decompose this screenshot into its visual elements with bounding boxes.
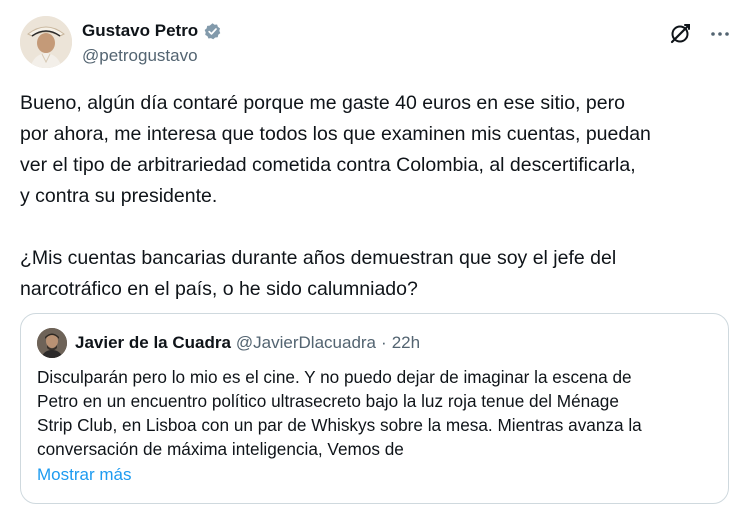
author-names: Gustavo Petro @petrogustavo — [82, 20, 222, 66]
quote-author-avatar — [37, 328, 67, 358]
quote-text-line: conversación de máxima inteligencia, Vem… — [37, 439, 404, 459]
quote-display-name: Javier de la Cuadra — [75, 333, 231, 352]
quote-header: Javier de la Cuadra @JavierDlacuadra · 2… — [37, 328, 420, 358]
show-more-link[interactable]: Mostrar más — [37, 465, 131, 485]
quote-handle: @JavierDlacuadra — [235, 333, 377, 352]
tweet-header: Gustavo Petro @petrogustavo — [20, 16, 732, 72]
author-handle[interactable]: @petrogustavo — [82, 46, 222, 66]
tweet-paragraph-1: Bueno, algún día contaré porque me gaste… — [20, 92, 651, 207]
author-avatar[interactable] — [20, 16, 72, 68]
more-icon[interactable] — [708, 22, 732, 46]
quote-text-line: Petro en un encuentro político ultrasecr… — [37, 391, 619, 411]
grok-icon[interactable] — [668, 22, 692, 46]
header-actions — [668, 22, 732, 46]
quoted-tweet[interactable]: Javier de la Cuadra @JavierDlacuadra · 2… — [20, 313, 729, 504]
quote-text-line: Disculparán pero lo mio es el cine. Y no… — [37, 367, 632, 387]
quote-text-line: Strip Club, en Lisboa con un par de Whis… — [37, 415, 642, 435]
author-display-name[interactable]: Gustavo Petro — [82, 21, 198, 41]
verified-badge-icon[interactable] — [203, 22, 222, 41]
quote-separator: · — [381, 333, 387, 352]
quote-timestamp: 22h — [391, 333, 421, 352]
tweet-text: Bueno, algún día contaré porque me gaste… — [20, 88, 732, 305]
quote-text: Disculparán pero lo mio es el cine. Y no… — [37, 365, 717, 461]
avatar-photo-icon — [20, 16, 72, 68]
tweet-card: Gustavo Petro @petrogustavo Bueno, algún… — [0, 0, 752, 512]
tweet-paragraph-2: ¿Mis cuentas bancarias durante años demu… — [20, 247, 617, 300]
quote-avatar-photo-icon — [37, 328, 67, 358]
